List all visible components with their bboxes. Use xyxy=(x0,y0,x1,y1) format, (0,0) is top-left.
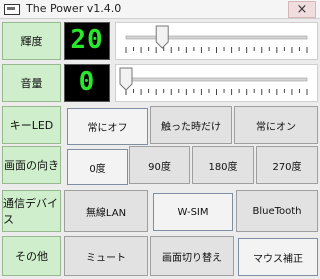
other-label: その他 xyxy=(2,236,61,276)
orientation-90-button[interactable]: 90度 xyxy=(129,146,190,184)
orientation-0-button[interactable]: 0度 xyxy=(67,149,128,185)
volume-slider-track xyxy=(119,67,308,95)
brightness-label: 輝度 xyxy=(2,22,61,60)
brightness-slider-track-line xyxy=(125,35,308,40)
orientation-180-button[interactable]: 180度 xyxy=(192,146,254,184)
volume-slider-track-line xyxy=(125,77,308,82)
comm-wlan-button[interactable]: 無線LAN xyxy=(64,190,148,232)
title-bar: The Power v1.4.0 × xyxy=(0,0,320,19)
screen-switch-button[interactable]: 画面切り替え xyxy=(150,236,234,276)
brightness-slider[interactable] xyxy=(115,22,318,60)
mute-button[interactable]: ミュート xyxy=(64,236,148,276)
brightness-display: 20 xyxy=(64,22,110,60)
key-led-always-on-button[interactable]: 常にオン xyxy=(234,106,318,144)
volume-slider-thumb[interactable] xyxy=(119,67,133,91)
brightness-slider-thumb[interactable] xyxy=(155,25,169,49)
app-icon xyxy=(4,4,20,15)
brightness-slider-track xyxy=(125,25,308,53)
volume-display: 0 xyxy=(64,64,110,102)
mouse-calibration-button[interactable]: マウス補正 xyxy=(238,238,318,276)
comm-device-label: 通信デバイス xyxy=(2,190,61,232)
key-led-on-touch-button[interactable]: 触った時だけ xyxy=(150,106,232,144)
volume-slider[interactable] xyxy=(115,64,318,102)
volume-label: 音量 xyxy=(2,64,61,102)
close-button[interactable]: × xyxy=(288,1,316,18)
window-title: The Power v1.4.0 xyxy=(26,2,122,15)
orientation-270-button[interactable]: 270度 xyxy=(256,146,318,184)
orientation-label: 画面の向き xyxy=(2,146,61,184)
key-led-label: キーLED xyxy=(2,106,61,144)
key-led-always-off-button[interactable]: 常にオフ xyxy=(67,108,148,145)
comm-wsim-button[interactable]: W-SIM xyxy=(153,193,233,231)
comm-bluetooth-button[interactable]: BlueTooth xyxy=(236,190,318,232)
